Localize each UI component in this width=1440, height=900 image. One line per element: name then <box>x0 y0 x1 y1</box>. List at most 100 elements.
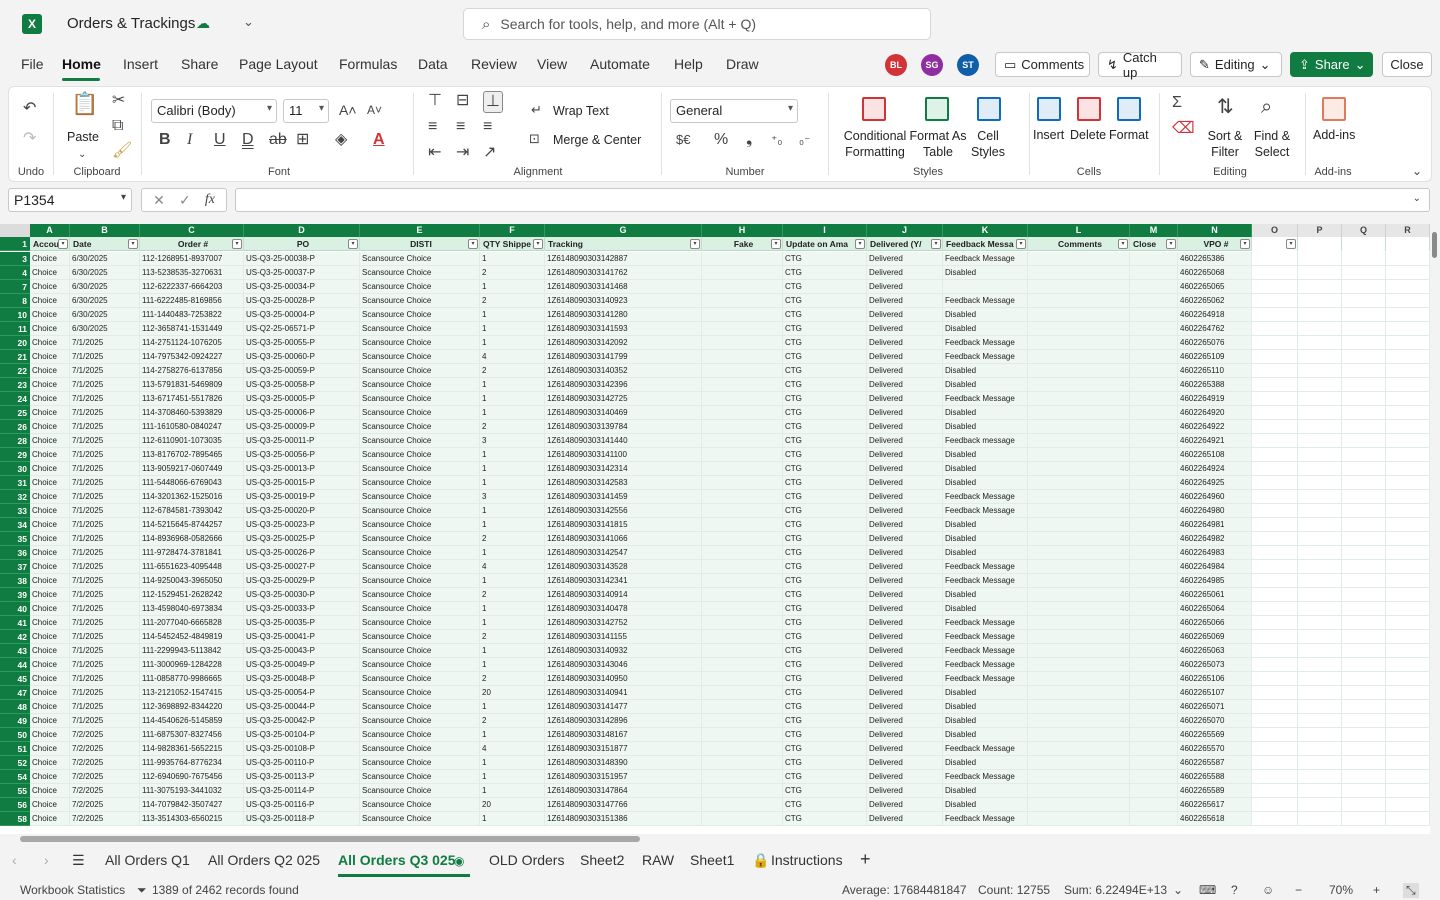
table-cell[interactable]: 7/1/2025 <box>70 350 140 364</box>
table-cell[interactable]: 4602265618 <box>1178 812 1252 826</box>
delete-cells-icon[interactable] <box>1077 97 1101 121</box>
table-cell[interactable]: Disabled <box>943 406 1028 420</box>
table-cell[interactable]: US-Q3-25-00004-P <box>244 308 360 322</box>
table-cell[interactable] <box>1342 602 1386 616</box>
avatar[interactable]: SG <box>921 54 943 76</box>
table-cell[interactable]: Choice <box>30 742 70 756</box>
table-cell[interactable]: Feedback Message <box>943 658 1028 672</box>
table-cell[interactable]: Disabled <box>943 602 1028 616</box>
table-cell[interactable]: Choice <box>30 518 70 532</box>
table-cell[interactable] <box>702 588 783 602</box>
table-cell[interactable]: Feedback Message <box>943 504 1028 518</box>
table-cell[interactable]: Choice <box>30 462 70 476</box>
table-cell[interactable] <box>1298 588 1342 602</box>
table-cell[interactable] <box>1298 336 1342 350</box>
table-cell[interactable] <box>1252 322 1298 336</box>
column-header[interactable]: Q <box>1342 224 1386 237</box>
table-cell[interactable] <box>1342 784 1386 798</box>
table-cell[interactable]: 7/1/2025 <box>70 490 140 504</box>
table-cell[interactable]: 114-5215645-8744257 <box>140 518 244 532</box>
table-cell[interactable] <box>1342 644 1386 658</box>
keyboard-icon[interactable]: ⌨ <box>1199 883 1216 897</box>
table-cell[interactable]: Disabled <box>943 686 1028 700</box>
table-cell[interactable]: 3 <box>480 490 545 504</box>
table-cell[interactable]: Delivered <box>867 532 943 546</box>
table-cell[interactable]: Delivered <box>867 602 943 616</box>
table-cell[interactable]: Scansource Choice <box>360 308 480 322</box>
cut-icon[interactable]: ✂ <box>112 93 125 109</box>
table-cell[interactable] <box>1298 266 1342 280</box>
row-number[interactable]: 7 <box>0 280 30 294</box>
table-cell[interactable]: Choice <box>30 630 70 644</box>
table-cell[interactable]: 1 <box>480 504 545 518</box>
table-cell[interactable] <box>1298 784 1342 798</box>
table-cell[interactable]: 113-8176702-7895465 <box>140 448 244 462</box>
sheet-tab-old-orders[interactable]: OLD Orders <box>489 852 564 868</box>
table-cell[interactable] <box>1342 378 1386 392</box>
table-cell[interactable]: 4 <box>480 742 545 756</box>
column-header[interactable]: P <box>1298 224 1342 237</box>
table-cell[interactable] <box>1342 616 1386 630</box>
table-cell[interactable]: Delivered <box>867 714 943 728</box>
table-cell[interactable] <box>1342 574 1386 588</box>
row-number[interactable]: 24 <box>0 392 30 406</box>
table-cell[interactable]: 7/2/2025 <box>70 798 140 812</box>
table-cell[interactable] <box>1130 336 1178 350</box>
table-cell[interactable]: Choice <box>30 602 70 616</box>
table-cell[interactable]: Delivered <box>867 350 943 364</box>
table-cell[interactable] <box>1386 294 1430 308</box>
table-cell[interactable]: 7/2/2025 <box>70 784 140 798</box>
table-cell[interactable]: Scansource Choice <box>360 364 480 378</box>
table-cell[interactable] <box>1386 728 1430 742</box>
copy-icon[interactable]: ⧉ <box>112 118 123 134</box>
row-number[interactable]: 54 <box>0 770 30 784</box>
column-header[interactable]: G <box>545 224 702 237</box>
table-cell[interactable]: 6/30/2025 <box>70 294 140 308</box>
table-cell[interactable]: Scansource Choice <box>360 546 480 560</box>
table-cell[interactable] <box>1386 378 1430 392</box>
table-cell[interactable]: 111-6222485-8169856 <box>140 294 244 308</box>
column-header[interactable]: C <box>140 224 244 237</box>
table-cell[interactable]: 1Z6148090303141815 <box>545 518 702 532</box>
table-cell[interactable] <box>1298 308 1342 322</box>
table-cell[interactable] <box>1028 658 1130 672</box>
table-cell[interactable] <box>1298 434 1342 448</box>
table-cell[interactable] <box>1028 616 1130 630</box>
table-cell[interactable]: US-Q3-25-00006-P <box>244 406 360 420</box>
table-cell[interactable]: US-Q3-25-00044-P <box>244 700 360 714</box>
wrap-text-icon[interactable]: ↵ <box>531 102 542 118</box>
excel-icon[interactable]: X <box>22 14 42 34</box>
table-cell[interactable]: Scansource Choice <box>360 266 480 280</box>
table-header-cell[interactable] <box>1298 237 1342 251</box>
table-cell[interactable]: US-Q3-25-00060-P <box>244 350 360 364</box>
table-cell[interactable]: 4602264980 <box>1178 504 1252 518</box>
format-as-table-button[interactable]: Format As Table <box>908 128 968 160</box>
table-cell[interactable]: 7/1/2025 <box>70 574 140 588</box>
table-cell[interactable] <box>1342 518 1386 532</box>
table-cell[interactable]: 4602265109 <box>1178 350 1252 364</box>
number-format-select[interactable]: General ▾ <box>670 99 798 123</box>
table-cell[interactable] <box>1028 392 1130 406</box>
table-cell[interactable]: 112-6110901-1073035 <box>140 434 244 448</box>
table-cell[interactable] <box>1028 406 1130 420</box>
table-cell[interactable] <box>702 392 783 406</box>
table-cell[interactable]: Choice <box>30 308 70 322</box>
add-ins-button[interactable]: Add-ins <box>1313 128 1355 142</box>
table-cell[interactable]: CTG <box>783 308 867 322</box>
table-cell[interactable] <box>1342 546 1386 560</box>
table-cell[interactable]: 4602265073 <box>1178 658 1252 672</box>
insert-cells-icon[interactable] <box>1037 97 1061 121</box>
table-cell[interactable] <box>702 812 783 826</box>
table-cell[interactable]: 7/2/2025 <box>70 770 140 784</box>
autosum-icon[interactable]: Σ <box>1172 95 1182 111</box>
table-cell[interactable] <box>1130 476 1178 490</box>
table-cell[interactable]: 1Z6148090303140352 <box>545 364 702 378</box>
row-number[interactable]: 50 <box>0 728 30 742</box>
table-cell[interactable]: 114-7079842-3507427 <box>140 798 244 812</box>
table-cell[interactable]: Feedback Message <box>943 812 1028 826</box>
table-cell[interactable]: Delivered <box>867 392 943 406</box>
table-cell[interactable]: 112-3658741-1531449 <box>140 322 244 336</box>
table-cell[interactable] <box>1252 406 1298 420</box>
table-cell[interactable]: Choice <box>30 672 70 686</box>
table-cell[interactable]: Scansource Choice <box>360 434 480 448</box>
